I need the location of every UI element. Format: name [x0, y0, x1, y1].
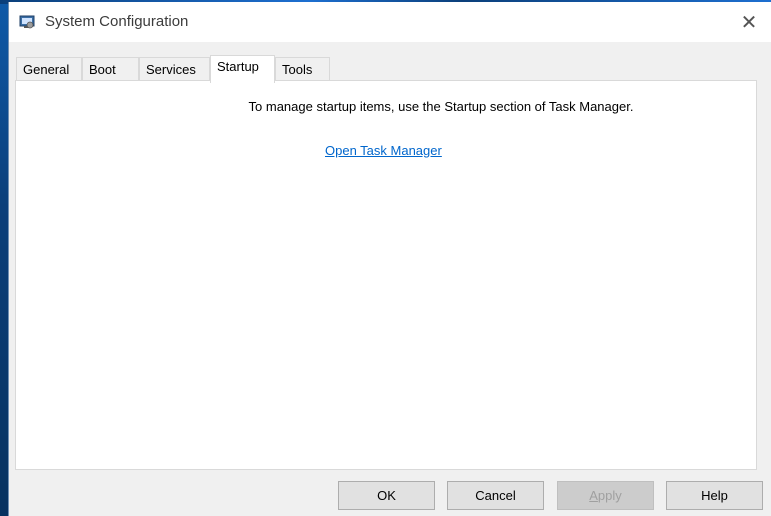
help-button[interactable]: Help — [666, 481, 763, 510]
apply-label-rest: pply — [597, 488, 622, 503]
apply-accelerator: A — [589, 488, 598, 503]
cancel-button[interactable]: Cancel — [447, 481, 544, 510]
title-bar[interactable]: System Configuration ✕ — [9, 2, 771, 42]
msconfig-icon — [19, 15, 35, 29]
tab-boot[interactable]: Boot — [82, 57, 139, 81]
tab-strip: General Boot Services Startup Tools — [16, 55, 756, 83]
open-task-manager-link[interactable]: Open Task Manager — [325, 143, 442, 158]
tab-general[interactable]: General — [16, 57, 82, 81]
desktop-background — [0, 0, 8, 516]
ok-button[interactable]: OK — [338, 481, 435, 510]
apply-button[interactable]: Apply — [557, 481, 654, 510]
tab-startup[interactable]: Startup — [210, 55, 275, 83]
startup-tab-panel: To manage startup items, use the Startup… — [15, 80, 757, 470]
window-title: System Configuration — [45, 13, 189, 30]
close-icon: ✕ — [740, 11, 758, 34]
system-configuration-window: System Configuration ✕ General Boot Serv… — [8, 2, 771, 516]
startup-message: To manage startup items, use the Startup… — [248, 99, 634, 114]
close-button[interactable]: ✕ — [726, 2, 771, 42]
tab-tools[interactable]: Tools — [275, 57, 330, 81]
tab-services[interactable]: Services — [139, 57, 210, 81]
